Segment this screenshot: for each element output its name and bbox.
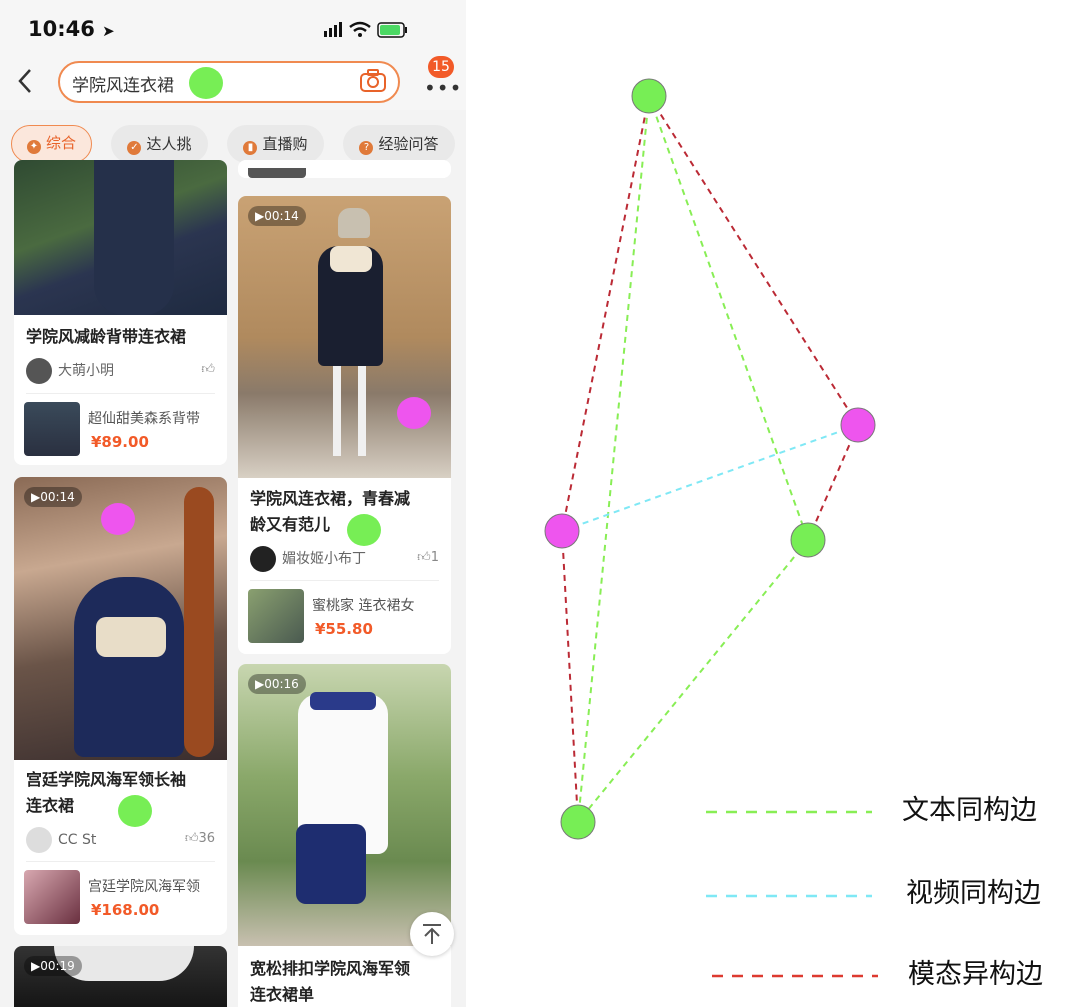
check-icon: ✓	[127, 141, 142, 155]
card-image	[238, 160, 451, 178]
product-thumbnail	[248, 589, 304, 643]
card-title: 学院风减龄背带连衣裙	[26, 327, 187, 346]
legend-label-cross-edge: 模态异构边	[908, 959, 1043, 990]
product-thumbnail	[24, 870, 80, 924]
tab-zhibo[interactable]: ▮ 直播购	[227, 125, 324, 163]
avatar	[26, 827, 52, 853]
status-time: 10:46 ➤	[28, 17, 115, 41]
card-author: 大萌小明	[26, 358, 114, 384]
status-bar: 10:46 ➤	[0, 0, 466, 56]
search-input[interactable]: 学院风连衣裙	[58, 61, 400, 103]
like-button[interactable]: 👍︎1	[417, 550, 439, 565]
cross-modal-edge	[561, 530, 579, 823]
text-node	[631, 78, 667, 114]
live-icon: ▮	[243, 141, 258, 155]
graph-diagram: 文本同构边 视频同构边 模态异构边	[544, 78, 1043, 990]
message-badge: 15	[428, 56, 454, 78]
video-duration: ▶00:14	[24, 487, 82, 507]
back-icon[interactable]	[14, 66, 36, 96]
status-icons	[324, 21, 407, 38]
legend-label-text-edge: 文本同构边	[902, 795, 1037, 826]
feed-card[interactable]: 学院风减龄背带连衣裙 大萌小明 👍︎ 超仙甜美森系背带 ¥89.00	[14, 160, 227, 465]
divider	[26, 393, 215, 394]
text-node	[790, 522, 826, 558]
tab-label: 综合	[45, 134, 76, 152]
card-title: 宽松排扣学院风海军领 连衣裙单	[250, 959, 411, 1004]
video-node	[840, 407, 876, 443]
question-icon: ?	[359, 141, 374, 155]
card-image	[14, 160, 227, 315]
avatar	[250, 546, 276, 572]
feed-card[interactable]: ▶00:14 宫廷学院风海军领长袖 连衣裙 CC St 👍︎36 宫廷学院风海军领…	[14, 477, 227, 935]
legend: 文本同构边 视频同构边 模态异构边	[706, 795, 1043, 990]
cross-modal-edge	[807, 424, 859, 541]
product-thumbnail	[24, 402, 80, 456]
product-name: 宫廷学院风海军领	[88, 879, 200, 895]
tab-label: 达人挑	[146, 135, 192, 153]
legend-label-video-edge: 视频同构边	[906, 878, 1041, 909]
phone-screenshot: 10:46 ➤ 学院风连衣裙 ••• 15 ✦ 综合 ✓ 达人挑 ▮ 直播购 ?…	[0, 0, 466, 1007]
like-button[interactable]: 👍︎36	[185, 831, 215, 846]
camera-icon[interactable]	[360, 69, 386, 93]
video-duration: ▶00:16	[248, 674, 306, 694]
card-author: CC St	[26, 827, 96, 853]
product-name: 蜜桃家 连衣裙女	[312, 598, 415, 614]
product-price: ¥168.00	[91, 901, 160, 919]
video-duration: ▶00:19	[24, 956, 82, 976]
tab-daren[interactable]: ✓ 达人挑	[111, 125, 208, 163]
more-menu-icon[interactable]: •••	[424, 76, 462, 100]
cross-modal-edge	[648, 95, 859, 426]
card-image: ▶00:16	[238, 664, 451, 946]
card-image: ▶00:14	[238, 196, 451, 478]
text-edge	[648, 95, 809, 541]
product-link[interactable]: 超仙甜美森系背带 ¥89.00	[24, 402, 224, 458]
divider	[26, 861, 215, 862]
card-title: 宫廷学院风海军领长袖 连衣裙	[26, 770, 187, 815]
tab-label: 经验问答	[378, 135, 439, 153]
search-query: 学院风连衣裙	[72, 76, 174, 96]
video-node	[544, 513, 580, 549]
card-author: 媚妆姬小布丁	[250, 546, 366, 572]
video-duration: ▶00:14	[248, 206, 306, 226]
product-link[interactable]: 宫廷学院风海军领 ¥168.00	[24, 870, 224, 926]
product-name: 超仙甜美森系背带	[88, 411, 200, 427]
text-edge	[577, 539, 809, 823]
cross-modal-edge	[561, 95, 650, 532]
arrow-up-icon	[423, 924, 441, 944]
feed-card[interactable]: ▶00:14 学院风连衣裙，青春减 龄又有范儿 媚妆姬小布丁 👍︎1 蜜桃家 连衣…	[238, 196, 451, 654]
tab-zonghe[interactable]: ✦ 综合	[11, 125, 92, 163]
feed-card[interactable]: ▶00:19	[14, 946, 227, 1007]
video-edge	[561, 424, 859, 532]
text-node	[560, 804, 596, 840]
avatar	[26, 358, 52, 384]
text-edge	[577, 95, 650, 823]
product-link[interactable]: 蜜桃家 连衣裙女 ¥55.80	[248, 589, 448, 645]
card-title: 学院风连衣裙，青春减 龄又有范儿	[250, 489, 411, 534]
divider	[250, 580, 439, 581]
grid-icon: ✦	[26, 140, 41, 154]
product-price: ¥55.80	[315, 620, 373, 638]
back-to-top-button[interactable]	[410, 912, 454, 956]
product-price: ¥89.00	[91, 433, 149, 451]
search-bar-row: 学院风连衣裙 ••• 15	[0, 56, 466, 110]
card-image: ▶00:14	[14, 477, 227, 760]
card-image: ▶00:19	[14, 946, 227, 1007]
tab-label: 直播购	[262, 135, 308, 153]
tab-qa[interactable]: ? 经验问答	[343, 125, 455, 163]
feed-card-partial[interactable]	[238, 160, 451, 178]
like-button[interactable]: 👍︎	[201, 362, 215, 377]
